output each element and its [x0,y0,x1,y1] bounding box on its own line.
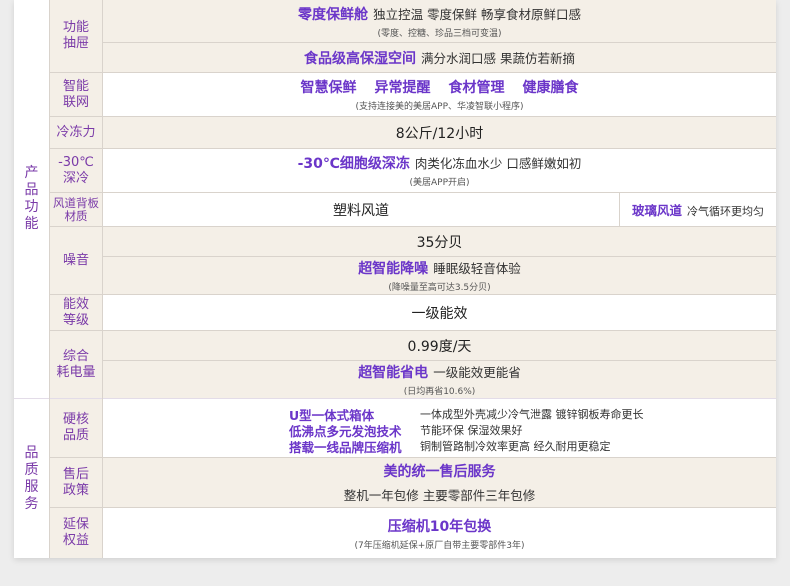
core-item: 搭载一线品牌压缩机 铜制管路制冷效率更高 经久耐用更稳定 [289,438,689,455]
label-duct: 风道背板 材质 [50,193,102,226]
label-warranty: 延保 权益 [50,508,102,558]
smart-item-freshness: 智慧保鲜 [300,80,357,96]
label-noise-text: 噪音 [62,252,89,268]
efficiency-cell: 一级能效 [103,295,776,330]
label-drawer-text: 功能 抽屉 [62,20,89,51]
smart-item-alert: 异常提醒 [374,80,431,96]
power-highlight: 超智能省电 [358,365,429,381]
label-service-text: 售后 政策 [62,466,89,498]
section-product-function: 产 品 功 能 [14,0,49,398]
label-efficiency-text: 能效 等级 [62,296,89,328]
drawer-humid-cell: 食品级高保湿空间 满分水润口感 果蔬仿若新摘 [103,43,776,72]
power-sub: (日均再省10.6%) [403,387,476,397]
warranty-highlight: 压缩机10年包换 [387,518,492,535]
noise-sub: (降噪量至高可达3.5分贝) [388,283,491,293]
drawer-zero-sub: (零度、控糖、珍品三档可变温) [377,28,502,39]
smart-item-food: 食材管理 [448,80,505,96]
label-power: 综合 耗电量 [50,331,102,398]
spec-table: 产 品 功 能 品 质 服 务 功能 抽屉 智能 联网 冷冻力 -30℃ 深冷 … [14,0,776,558]
section-title-quality: 品 质 服 务 [24,444,39,512]
label-deep-text: -30℃ 深冷 [58,154,94,186]
deep-highlight: -30℃细胞级深冻 [297,156,410,172]
noise-value-cell: 35分贝 [103,227,776,256]
deep-cell: -30℃细胞级深冻 肉类化冻血水少 口感鲜嫩如初 (美居APP开启) [103,149,776,192]
core-item-3-desc: 铜制管路制冷效率更高 经久耐用更稳定 [420,440,611,453]
row-divider [103,256,776,257]
warranty-cell: 压缩机10年包换 (7年压缩机延保+原厂自带主要零部件3年) [103,508,776,558]
deep-sub: (美居APP开启) [409,178,470,188]
core-list: U型一体式箱体 一体成型外壳减少冷气泄露 镀锌钢板寿命更长 低沸点多元发泡技术 节能… [289,406,689,455]
duct-right-cell: 玻璃风道 冷气循环更均匀 [620,193,776,226]
core-item-2-desc: 节能环保 保湿效果好 [420,424,523,437]
warranty-sub: (7年压缩机延保+原厂自带主要零部件3年) [354,540,525,551]
smart-cell: 智慧保鲜 异常提醒 食材管理 健康膳食 (支持连接美的美居APP、华凌智联小程序) [103,73,776,116]
power-desc: 一级能效更能省 [433,365,521,380]
drawer-zero-cell: 零度保鲜舱 独立控温 零度保鲜 畅享食材原鲜口感 (零度、控糖、珍品三档可变温) [103,0,776,42]
section-quality-service: 品 质 服 务 [14,399,49,558]
freeze-cell: 8公斤/12小时 [103,117,776,148]
label-freeze: 冷冻力 [50,117,102,148]
row-divider [50,507,776,508]
label-power-text: 综合 耗电量 [56,348,96,380]
label-warranty-text: 延保 权益 [62,517,89,548]
label-service: 售后 政策 [50,458,102,507]
duct-right-desc: 冷气循环更均匀 [687,205,765,218]
efficiency-value: 一级能效 [411,305,468,322]
noise-highlight: 超智能降噪 [358,261,429,277]
duct-right-highlight: 玻璃风道 [631,203,682,218]
row-divider [50,457,776,458]
row-divider [50,294,776,295]
freeze-value: 8公斤/12小时 [395,125,484,142]
row-divider [50,226,776,227]
label-core-quality: 硬核 品质 [50,399,102,457]
label-core-text: 硬核 品质 [62,412,89,443]
label-duct-text: 风道背板 材质 [53,195,99,223]
drawer-zero-desc: 独立控温 零度保鲜 畅享食材原鲜口感 [373,6,582,22]
noise-feature-cell: 超智能降噪 睡眠级轻音体验 (降噪量至高可达3.5分贝) [103,257,776,294]
service-highlight: 美的统一售后服务 [383,464,496,480]
service-desc: 整机一年包修 主要零部件三年包修 [343,488,536,503]
deep-desc: 肉类化冻血水少 口感鲜嫩如初 [414,156,582,171]
core-item-3-highlight: 搭载一线品牌压缩机 [289,439,402,455]
row-divider [103,360,776,361]
service-cell: 美的统一售后服务 整机一年包修 主要零部件三年包修 [103,458,776,507]
row-divider [103,42,776,43]
label-efficiency: 能效 等级 [50,295,102,330]
label-freeze-text: 冷冻力 [56,124,96,140]
drawer-humid-highlight: 食品级高保湿空间 [303,50,416,67]
label-smart-text: 智能 联网 [62,78,89,110]
row-divider [50,116,776,117]
label-deep-freeze: -30℃ 深冷 [50,149,102,192]
noise-desc: 睡眠级轻音体验 [433,261,521,276]
power-feature-cell: 超智能省电 一级能效更能省 (日均再省10.6%) [103,361,776,398]
core-item-1-desc: 一体成型外壳减少冷气泄露 镀锌钢板寿命更长 [420,408,644,421]
row-divider [50,330,776,331]
row-divider [50,148,776,149]
smart-sub: (支持连接美的美居APP、华凌智联小程序) [355,102,524,112]
smart-item-diet: 健康膳食 [522,80,579,96]
row-divider [50,72,776,73]
power-value: 0.99度/天 [407,338,472,355]
power-value-cell: 0.99度/天 [103,331,776,360]
duct-left-value: 塑料风道 [333,202,389,219]
noise-value: 35分贝 [416,234,463,251]
row-divider [50,192,776,193]
label-drawer: 功能 抽屉 [50,0,102,72]
drawer-humid-desc: 满分水润口感 果蔬仿若新摘 [421,50,576,66]
duct-left-cell: 塑料风道 [103,193,619,226]
label-noise: 噪音 [50,227,102,294]
drawer-zero-highlight: 零度保鲜舱 [297,6,368,23]
section-title-product: 产 品 功 能 [24,165,39,232]
label-smart: 智能 联网 [50,73,102,116]
